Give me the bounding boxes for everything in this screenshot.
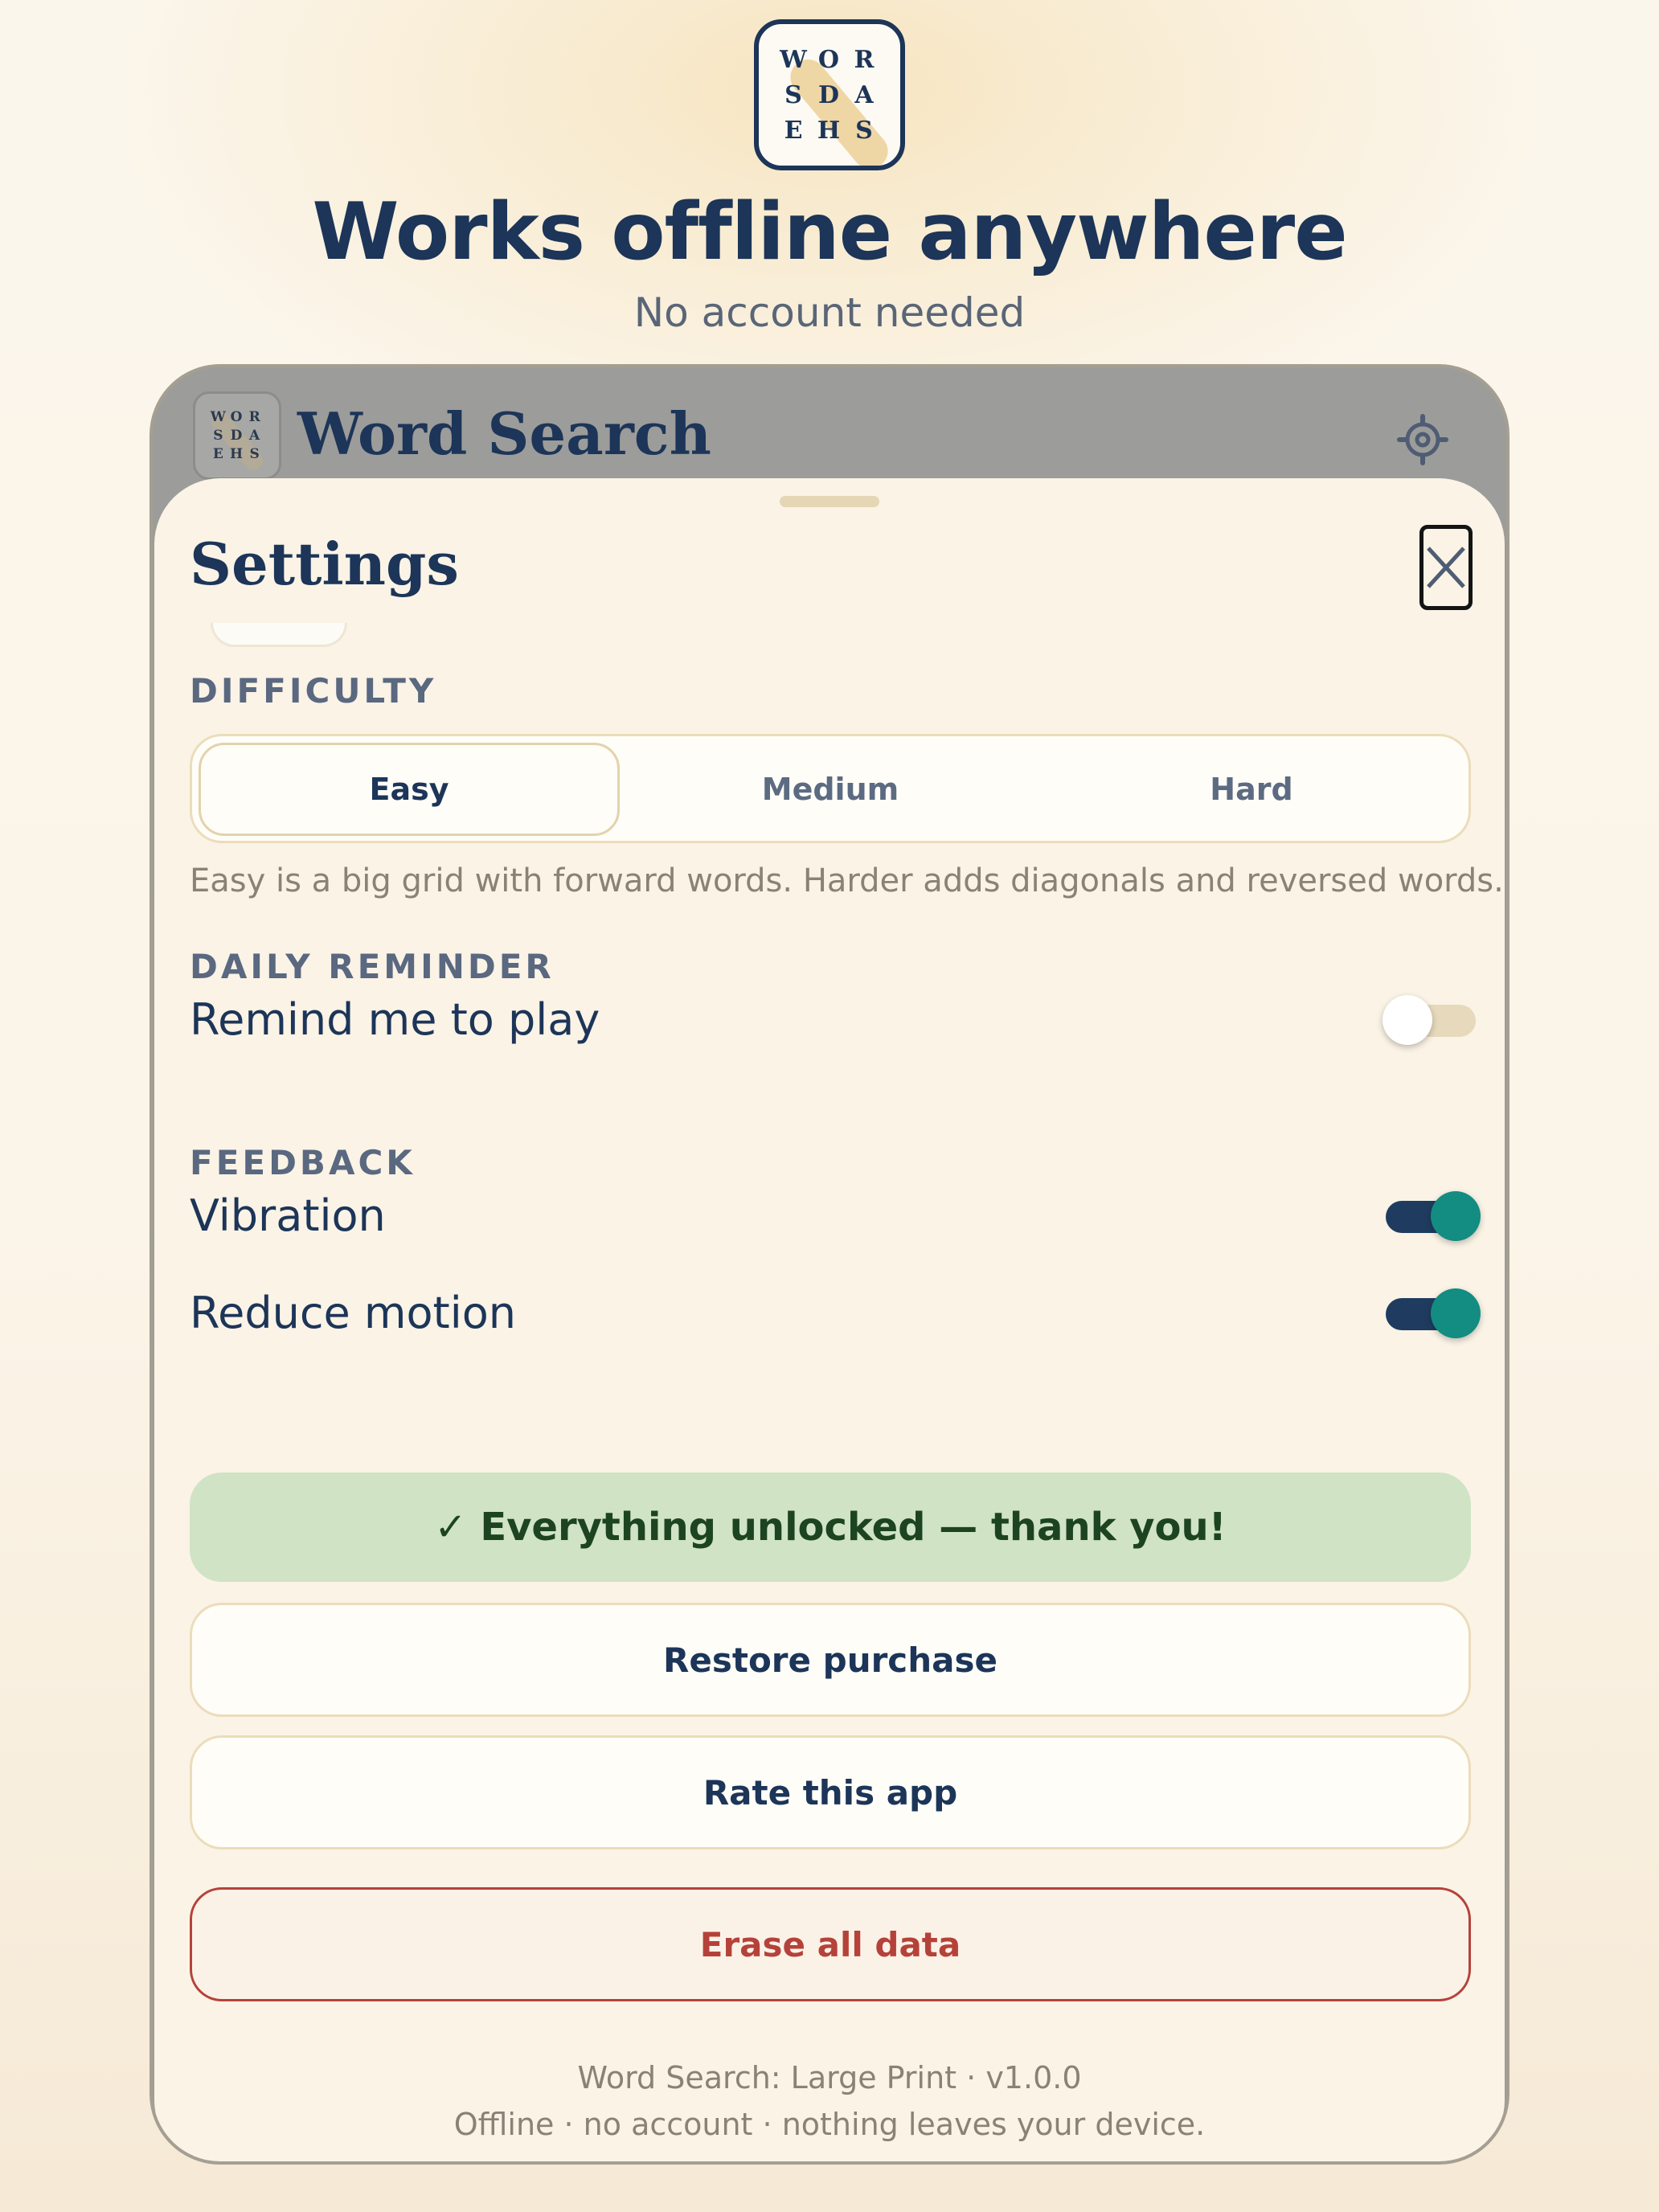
logo-letter-grid: W O R S D A E H S [210, 408, 264, 463]
restore-purchase-button[interactable]: Restore purchase [190, 1603, 1471, 1717]
footer-version: Word Search: Large Print · v1.0.0 [577, 2060, 1082, 2095]
logo-letter-grid: W O R S D A E H S [776, 42, 883, 148]
hero-subtitle: No account needed [633, 289, 1026, 336]
logo-letter: W [210, 409, 227, 426]
difficulty-option-easy[interactable]: Easy [199, 743, 620, 836]
hero-logo: W O R S D A E H S [754, 19, 905, 170]
logo-letter: O [230, 409, 244, 426]
logo-letter: D [817, 80, 841, 109]
daily-reminder-label: DAILY REMINDER [190, 947, 555, 986]
vibration-toggle[interactable] [1386, 1191, 1481, 1241]
close-button[interactable] [1419, 525, 1473, 610]
logo-letter: A [249, 427, 262, 444]
settings-sheet: Settings DIFFICULTY Easy Medium Hard Eas… [154, 478, 1505, 2161]
reduce-motion-label: Reduce motion [190, 1288, 516, 1338]
logo-letter: R [248, 409, 262, 426]
sheet-grabber[interactable] [780, 496, 879, 507]
logo-letter: E [212, 445, 225, 462]
remind-me-toggle[interactable] [1382, 995, 1476, 1045]
difficulty-selector: Easy Medium Hard [190, 734, 1471, 843]
app-logo: W O R S D A E H S [193, 391, 281, 480]
logo-letter: S [855, 116, 875, 145]
toggle-knob [1382, 995, 1432, 1045]
logo-letter: S [784, 80, 804, 109]
device-frame: W O R S D A E H S Word Search Settings D… [150, 364, 1509, 2165]
app-header: W O R S D A E H S Word Search [153, 367, 1506, 496]
logo-letter: R [854, 45, 876, 74]
logo-letter: S [249, 445, 261, 462]
unlocked-banner: ✓ Everything unlocked — thank you! [190, 1473, 1471, 1582]
erase-data-button[interactable]: Erase all data [190, 1887, 1471, 2001]
logo-letter: W [780, 45, 809, 74]
gear-icon[interactable] [1397, 414, 1448, 465]
remind-me-label: Remind me to play [190, 994, 600, 1045]
feedback-label: FEEDBACK [190, 1143, 416, 1182]
toggle-knob [1431, 1288, 1481, 1338]
difficulty-help-text: Easy is a big grid with forward words. H… [190, 862, 1504, 899]
logo-letter: H [817, 116, 842, 145]
vibration-label: Vibration [190, 1190, 386, 1241]
difficulty-option-hard[interactable]: Hard [1041, 743, 1462, 836]
logo-letter: A [854, 80, 875, 109]
app-title: Word Search [297, 399, 711, 468]
hero-title: Works offline anywhere [312, 186, 1347, 278]
rate-app-button[interactable]: Rate this app [190, 1735, 1471, 1849]
reduce-motion-toggle[interactable] [1386, 1288, 1481, 1338]
logo-letter: D [230, 427, 244, 444]
logo-letter: O [817, 45, 842, 74]
footer-privacy: Offline · no account · nothing leaves yo… [453, 2107, 1206, 2142]
toggle-knob [1431, 1191, 1481, 1241]
difficulty-label: DIFFICULTY [190, 671, 437, 711]
difficulty-option-medium[interactable]: Medium [620, 743, 1041, 836]
scrolled-content-edge [211, 623, 347, 647]
close-icon [1427, 547, 1465, 588]
logo-letter: S [213, 427, 225, 444]
settings-title: Settings [190, 530, 459, 598]
logo-letter: H [229, 445, 245, 462]
logo-letter: E [784, 116, 805, 145]
